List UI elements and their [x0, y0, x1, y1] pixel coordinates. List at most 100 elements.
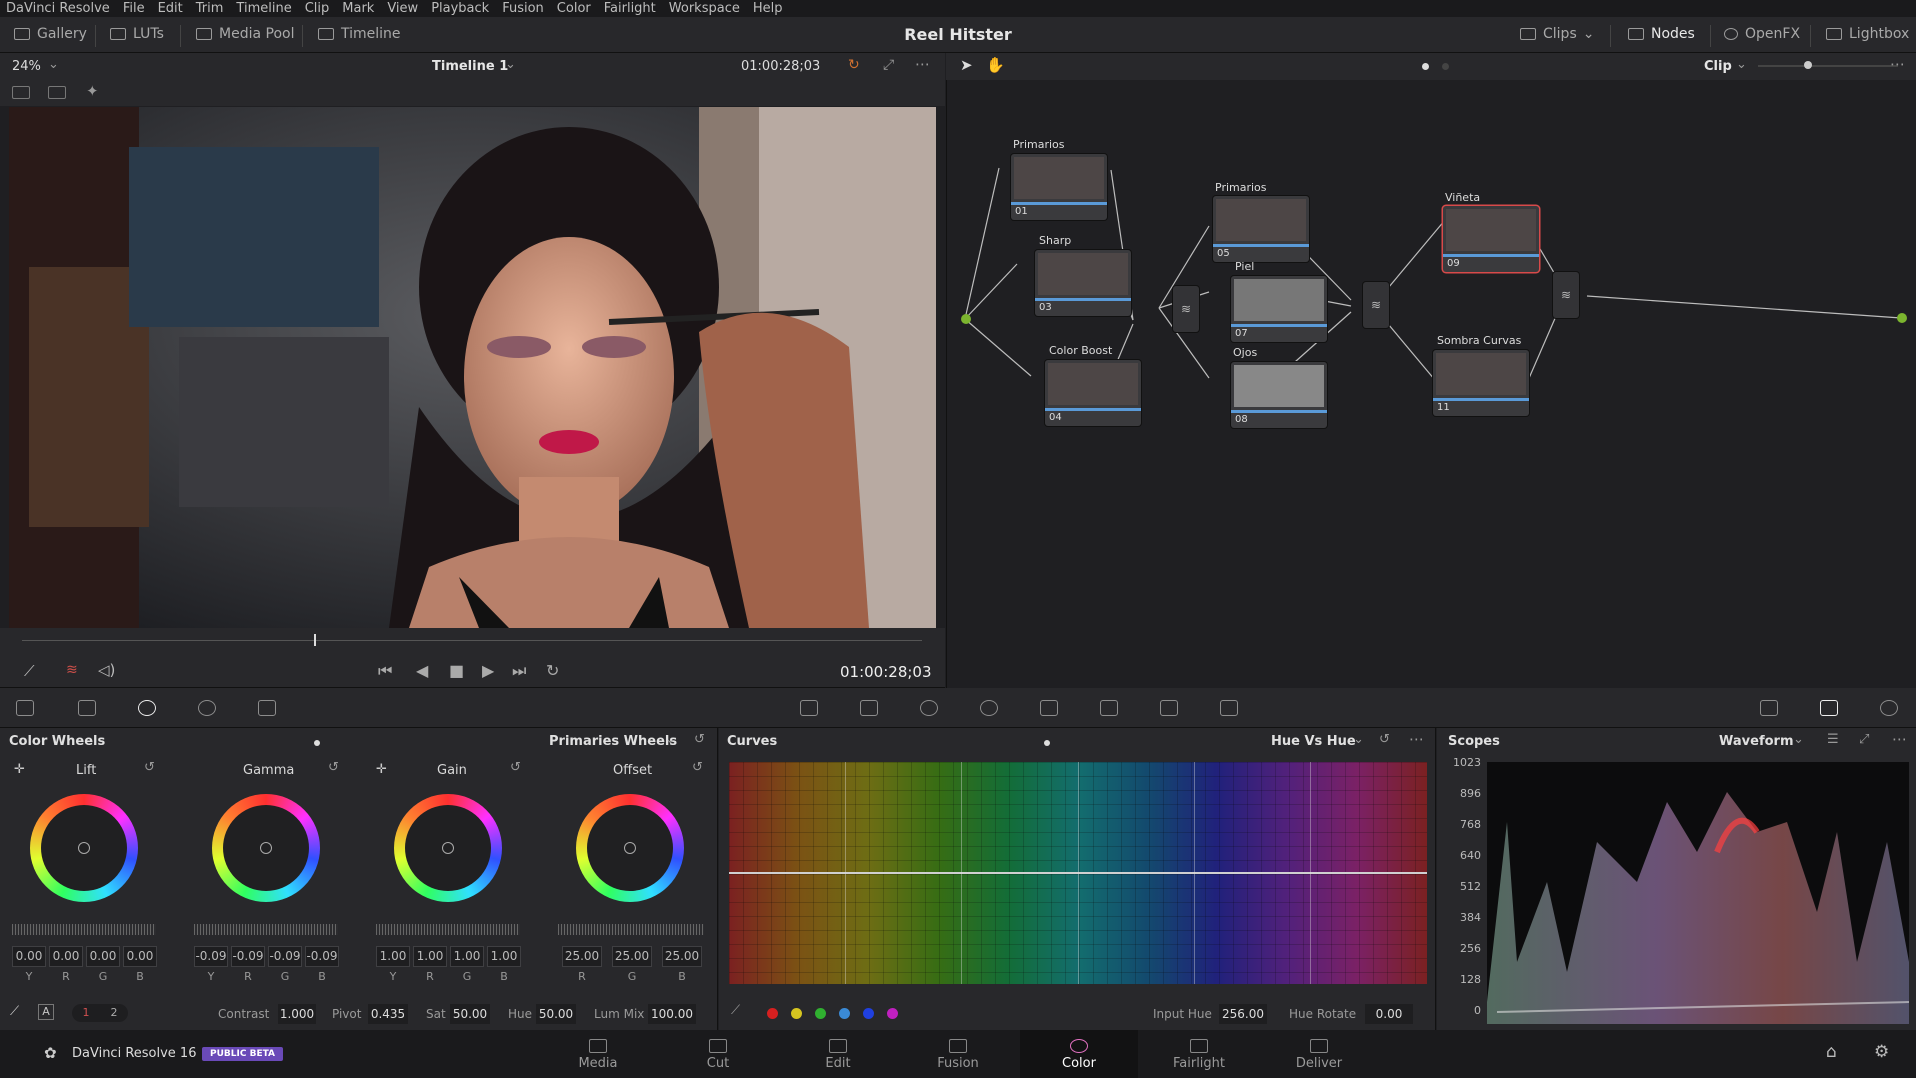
gain-wheel[interactable] — [394, 794, 502, 902]
gain-g[interactable]: 1.00 — [450, 946, 484, 967]
hue-rotate-field[interactable]: 0.00 — [1365, 1004, 1413, 1024]
luts-button[interactable]: LUTs — [110, 26, 164, 42]
gamma-y[interactable]: -0.09 — [194, 946, 228, 967]
more-icon[interactable]: ⋯ — [1892, 730, 1907, 748]
lift-wheel[interactable] — [30, 794, 138, 902]
rgb-mixer-icon[interactable] — [198, 700, 216, 716]
page-dot[interactable] — [1442, 63, 1449, 70]
page-1-button[interactable]: 1 — [72, 1004, 100, 1022]
magic-wand-icon[interactable]: ✦ — [86, 82, 99, 100]
color-wheels-icon[interactable] — [138, 700, 156, 716]
lift-g[interactable]: 0.00 — [86, 946, 120, 967]
output-node[interactable] — [1897, 313, 1907, 323]
menu-color[interactable]: Color — [557, 1, 591, 16]
blur-icon[interactable] — [1040, 700, 1058, 716]
scopes-icon[interactable] — [1820, 700, 1838, 716]
menu-fusion[interactable]: Fusion — [502, 1, 544, 16]
menu-app[interactable]: DaVinci Resolve — [6, 1, 110, 16]
curves-icon[interactable] — [800, 700, 818, 716]
timecode-top[interactable]: 01:00:28;03 — [741, 59, 820, 74]
chevron-down-icon[interactable]: ⌄ — [505, 57, 516, 72]
offset-master-slider[interactable] — [558, 924, 704, 935]
key-icon[interactable] — [1100, 700, 1118, 716]
openfx-button[interactable]: OpenFX — [1724, 26, 1800, 42]
more-icon[interactable]: ⋯ — [915, 55, 930, 73]
camera-raw-icon[interactable] — [16, 700, 34, 716]
layer-mixer-node[interactable]: ≋ — [1553, 272, 1579, 318]
lum-mix-field[interactable]: 100.00 — [648, 1004, 696, 1024]
gamma-wheel[interactable] — [212, 794, 320, 902]
lift-b[interactable]: 0.00 — [123, 946, 157, 967]
hue-swatch[interactable] — [887, 1008, 898, 1019]
window-icon[interactable] — [920, 700, 938, 716]
nodes-button[interactable]: Nodes — [1628, 26, 1695, 42]
reset-icon[interactable]: ↺ — [692, 760, 703, 775]
menu-timeline[interactable]: Timeline — [236, 1, 291, 16]
skip-end-icon[interactable]: ⏭ — [512, 661, 526, 681]
node-05[interactable]: 05 — [1213, 196, 1309, 262]
page-fusion[interactable]: Fusion — [899, 1030, 1017, 1078]
menu-trim[interactable]: Trim — [196, 1, 224, 16]
menu-playback[interactable]: Playback — [431, 1, 489, 16]
page-fairlight[interactable]: Fairlight — [1140, 1030, 1258, 1078]
pivot-field[interactable]: 0.435 — [368, 1004, 408, 1024]
input-node[interactable] — [961, 314, 971, 324]
node-08[interactable]: 08 — [1231, 362, 1327, 428]
wheels-mode-select[interactable]: Primaries Wheels — [549, 734, 677, 749]
settings-sliders-icon[interactable]: ☰ — [1827, 732, 1839, 747]
node-04[interactable]: 04 — [1045, 360, 1141, 426]
offset-r[interactable]: 25.00 — [562, 946, 602, 967]
scrubber-track[interactable] — [22, 640, 922, 641]
loop-icon[interactable]: ↻ — [546, 661, 559, 680]
page-color[interactable]: Color — [1020, 1030, 1138, 1078]
info-icon[interactable] — [1880, 700, 1898, 716]
hue-swatch[interactable] — [791, 1008, 802, 1019]
curve-graph[interactable] — [729, 762, 1427, 984]
offset-wheel[interactable] — [576, 794, 684, 902]
hue-swatch[interactable] — [863, 1008, 874, 1019]
reset-icon[interactable]: ↺ — [1379, 732, 1390, 747]
node-01[interactable]: 01 — [1011, 154, 1107, 220]
gamma-b[interactable]: -0.09 — [305, 946, 339, 967]
gamma-master-slider[interactable] — [194, 924, 338, 935]
menu-edit[interactable]: Edit — [158, 1, 183, 16]
contrast-field[interactable]: 1.000 — [278, 1004, 316, 1024]
3d-icon[interactable] — [1220, 700, 1238, 716]
lift-r[interactable]: 0.00 — [49, 946, 83, 967]
hue-swatch[interactable] — [767, 1008, 778, 1019]
node-03[interactable]: 03 — [1035, 250, 1131, 316]
reset-icon[interactable]: ↺ — [510, 760, 521, 775]
lift-y[interactable]: 0.00 — [12, 946, 46, 967]
menu-help[interactable]: Help — [753, 1, 783, 16]
reset-icon[interactable]: ↺ — [328, 760, 339, 775]
auto-icon[interactable]: A — [38, 1004, 54, 1020]
node-graph[interactable]: Primarios 01 Sharp 03 Color Boost 04 Pri… — [946, 80, 1916, 688]
menu-view[interactable]: View — [387, 1, 418, 16]
menu-mark[interactable]: Mark — [342, 1, 374, 16]
eyedropper-icon[interactable]: ⟋ — [24, 662, 35, 680]
single-view-icon[interactable] — [12, 86, 30, 99]
menu-fairlight[interactable]: Fairlight — [604, 1, 656, 16]
gamma-g[interactable]: -0.09 — [268, 946, 302, 967]
motion-effects-icon[interactable] — [258, 700, 276, 716]
layer-mixer-node[interactable]: ≋ — [1173, 286, 1199, 332]
stop-icon[interactable]: ■ — [449, 661, 464, 680]
gain-b[interactable]: 1.00 — [487, 946, 521, 967]
more-icon[interactable]: ⋯ — [1409, 730, 1424, 748]
curve-mode-select[interactable]: Hue Vs Hue — [1271, 734, 1356, 749]
auto-balance-icon[interactable]: ⟋ — [10, 1004, 19, 1019]
gain-y[interactable]: 1.00 — [376, 946, 410, 967]
page-edit[interactable]: Edit — [779, 1030, 897, 1078]
qualifier-icon[interactable] — [860, 700, 878, 716]
split-view-icon[interactable] — [48, 86, 66, 99]
menu-workspace[interactable]: Workspace — [669, 1, 740, 16]
hue-swatch[interactable] — [815, 1008, 826, 1019]
eyedropper-icon[interactable]: ⟋ — [731, 1003, 740, 1018]
scope-mode-select[interactable]: Waveform — [1719, 734, 1793, 749]
page-cut[interactable]: Cut — [659, 1030, 777, 1078]
crosshair-icon[interactable]: ✛ — [376, 762, 387, 777]
page-dot[interactable] — [1044, 740, 1050, 746]
sync-icon[interactable]: ↻ — [848, 57, 860, 73]
lift-master-slider[interactable] — [12, 924, 156, 935]
gear-icon[interactable]: ⚙ — [1874, 1042, 1889, 1062]
